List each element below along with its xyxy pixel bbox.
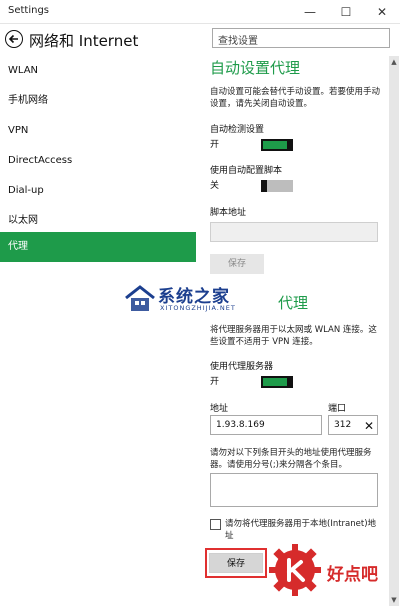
back-arrow-icon [8, 34, 18, 44]
auto-proxy-heading: 自动设置代理 [210, 59, 301, 77]
clear-icon[interactable]: ✕ [364, 417, 374, 435]
toggle-knob [287, 139, 293, 151]
sidebar: WLAN 手机网络 VPN DirectAccess Dial-up 以太网 代… [0, 56, 196, 606]
minimize-button[interactable]: — [292, 0, 328, 24]
script-address-input[interactable] [210, 222, 378, 242]
search-placeholder: 查找设置 [218, 36, 258, 47]
setup-script-label: 使用自动配置脚本 [210, 166, 283, 176]
local-address-label: 请勿将代理服务器用于本地(Intranet)地址 [225, 519, 377, 541]
manual-save-button[interactable]: 保存 [209, 553, 263, 573]
scrollbar[interactable]: ▲ ▼ [389, 56, 399, 606]
sidebar-item-proxy[interactable]: 代理 [0, 232, 196, 262]
detect-settings-state: 开 [210, 140, 220, 150]
sidebar-item-dialup[interactable]: Dial-up [0, 176, 196, 206]
sidebar-item-vpn[interactable]: VPN [0, 116, 196, 146]
search-input[interactable]: 查找设置 [212, 28, 390, 48]
exceptions-input[interactable] [210, 473, 378, 507]
use-proxy-toggle[interactable] [261, 376, 293, 388]
maximize-button[interactable]: ☐ [328, 0, 364, 24]
sidebar-item-cellular[interactable]: 手机网络 [0, 86, 196, 116]
detect-settings-label: 自动检测设置 [210, 125, 265, 135]
brand-watermark: 好点吧 [265, 540, 400, 606]
script-address-label: 脚本地址 [210, 208, 247, 218]
local-address-checkbox[interactable] [210, 519, 221, 530]
auto-save-button[interactable]: 保存 [210, 254, 264, 274]
sidebar-item-wlan[interactable]: WLAN [0, 56, 196, 86]
setup-script-toggle[interactable] [261, 180, 293, 192]
gear-logo-icon [269, 544, 321, 596]
house-logo-icon [125, 285, 155, 311]
brand-name: 好点吧 [327, 565, 378, 585]
sidebar-item-directaccess[interactable]: DirectAccess [0, 146, 196, 176]
site-watermark: 系统之家 XITONGZHIJIA.NET [124, 282, 279, 318]
exceptions-description: 请勿对以下列条目开头的地址使用代理服务器。请使用分号(;)来分隔各个条目。 [210, 448, 372, 470]
use-proxy-state: 开 [210, 377, 220, 387]
port-value: 312 [334, 420, 352, 430]
close-button[interactable]: ✕ [364, 0, 400, 24]
use-proxy-label: 使用代理服务器 [210, 362, 274, 372]
detect-settings-toggle[interactable] [261, 139, 293, 151]
manual-proxy-heading: 代理 [278, 294, 309, 312]
proxy-port-input[interactable]: 312 ✕ [328, 415, 378, 435]
window-title: Settings [8, 5, 50, 16]
toggle-knob [261, 180, 267, 192]
watermark-url: XITONGZHIJIA.NET [160, 304, 236, 312]
title-bar: Settings — ☐ ✕ [0, 0, 400, 24]
manual-proxy-description: 将代理服务器用于以太网或 WLAN 连接。这些设置不适用于 VPN 连接。 [210, 325, 377, 347]
toggle-knob [287, 376, 293, 388]
proxy-address-input[interactable]: 1.93.8.169 [210, 415, 322, 435]
setup-script-state: 关 [210, 181, 220, 191]
page-title: 网络和 Internet [29, 32, 139, 50]
auto-proxy-description: 自动设置可能会替代手动设置。若要使用手动设置，请先关闭自动设置。 [210, 87, 381, 109]
scroll-up-icon[interactable]: ▲ [389, 56, 399, 68]
back-button[interactable] [5, 30, 23, 48]
